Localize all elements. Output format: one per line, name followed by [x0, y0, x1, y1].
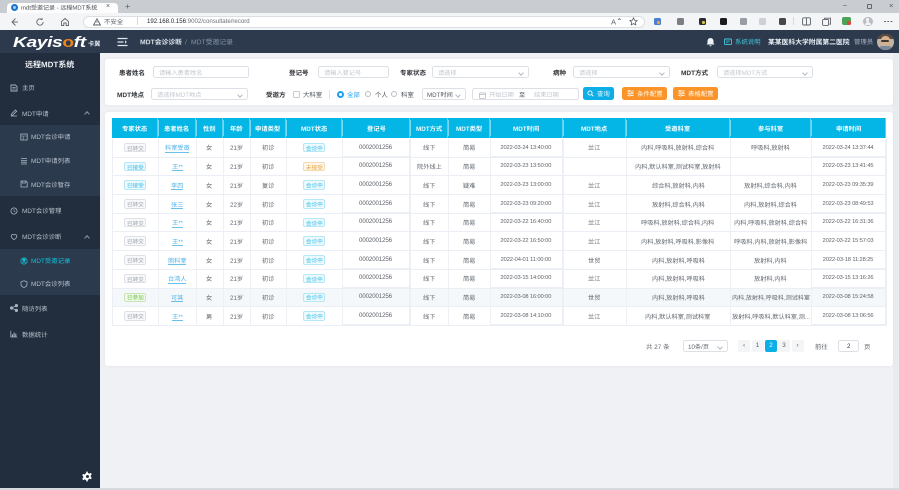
svg-text:A: A — [611, 18, 616, 27]
